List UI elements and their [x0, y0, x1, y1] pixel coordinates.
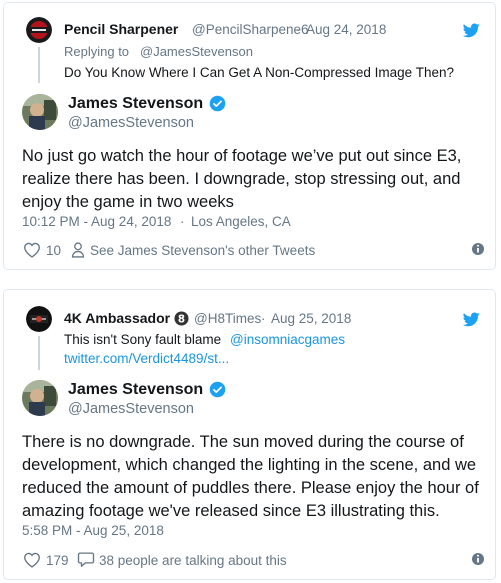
- comment-bubble-icon[interactable]: [77, 551, 95, 568]
- info-icon[interactable]: [471, 242, 485, 256]
- reply-avatar[interactable]: [26, 17, 52, 43]
- verified-badge-icon: [209, 381, 226, 398]
- user-icon[interactable]: [71, 242, 85, 258]
- reply-author-name[interactable]: Pencil Sharpener: [64, 21, 178, 37]
- tweet-body: No just go watch the hour of footage we’…: [22, 145, 482, 214]
- reply-avatar[interactable]: [26, 306, 52, 332]
- author-handle[interactable]: @JamesStevenson: [68, 115, 194, 131]
- tweet-body-line: development, which changed the lighting …: [22, 456, 477, 474]
- tweet-body-line: realize there has been. I downgrade, sto…: [22, 170, 461, 188]
- reply-date[interactable]: Aug 24, 2018: [306, 22, 386, 37]
- heart-icon[interactable]: [23, 552, 41, 568]
- quoted-tweet-link[interactable]: twitter.com/Verdict4489/st...: [64, 351, 229, 366]
- like-count[interactable]: 179: [46, 553, 69, 568]
- author-name[interactable]: James Stevenson: [68, 381, 203, 399]
- author-avatar[interactable]: [22, 94, 58, 130]
- tweet-body: There is no downgrade. The sun moved dur…: [22, 431, 482, 523]
- separator-dot: ·: [180, 214, 185, 229]
- reply-author-name[interactable]: 4K Ambassador: [64, 310, 170, 326]
- reply-author-handle[interactable]: @PencilSharpene6: [192, 22, 309, 37]
- tweet-body-line: reduced the amount of puddles there. Ple…: [22, 479, 479, 497]
- tweet-timestamp[interactable]: 10:12 PM - Aug 24, 2018: [22, 214, 171, 229]
- author-handle[interactable]: @JamesStevenson: [68, 401, 194, 417]
- svg-text:8: 8: [178, 313, 185, 325]
- conversation-link[interactable]: 38 people are talking about this: [99, 553, 287, 568]
- mention-link[interactable]: @insomniacgames: [230, 332, 345, 347]
- author-name[interactable]: James Stevenson: [68, 95, 203, 113]
- tweet-body-line: There is no downgrade. The sun moved dur…: [22, 433, 464, 451]
- verified-badge-icon: [209, 95, 226, 112]
- separator-dot: ·: [296, 22, 301, 37]
- tweet-body-line: enjoy the game in two weeks: [22, 193, 234, 211]
- tweet-body-line: amazing footage we've released since E3 …: [22, 502, 440, 520]
- replying-to-label: Replying to: [64, 44, 130, 59]
- author-avatar[interactable]: [22, 380, 58, 416]
- reply-thread-line: [38, 336, 40, 370]
- tweet-card-1: Pencil Sharpener @PencilSharpene6 · Aug …: [3, 2, 496, 270]
- twitter-bird-icon[interactable]: [463, 312, 480, 327]
- reply-date[interactable]: Aug 25, 2018: [271, 311, 351, 326]
- reply-thread-line: [38, 47, 40, 83]
- tweet-card-2: 4K Ambassador 8 @H8Times · Aug 25, 2018 …: [3, 289, 496, 580]
- reply-text: Do You Know Where I Can Get A Non-Compre…: [64, 65, 454, 80]
- like-count[interactable]: 10: [46, 243, 61, 258]
- reply-author-handle[interactable]: @H8Times: [194, 311, 261, 326]
- info-icon[interactable]: [471, 552, 485, 566]
- twitter-bird-icon[interactable]: [463, 23, 480, 38]
- tweet-body-line: No just go watch the hour of footage we’…: [22, 147, 462, 165]
- badge-8-icon: 8: [174, 311, 189, 326]
- separator-dot: ·: [261, 311, 266, 326]
- reply-text: This isn't Sony fault blame: [64, 332, 222, 347]
- tweet-location[interactable]: Los Angeles, CA: [191, 214, 291, 229]
- replying-to-link[interactable]: @JamesStevenson: [140, 44, 253, 59]
- tweet-timestamp[interactable]: 5:58 PM - Aug 25, 2018: [22, 523, 164, 538]
- heart-icon[interactable]: [23, 242, 41, 258]
- other-tweets-link[interactable]: See James Stevenson's other Tweets: [90, 243, 315, 258]
